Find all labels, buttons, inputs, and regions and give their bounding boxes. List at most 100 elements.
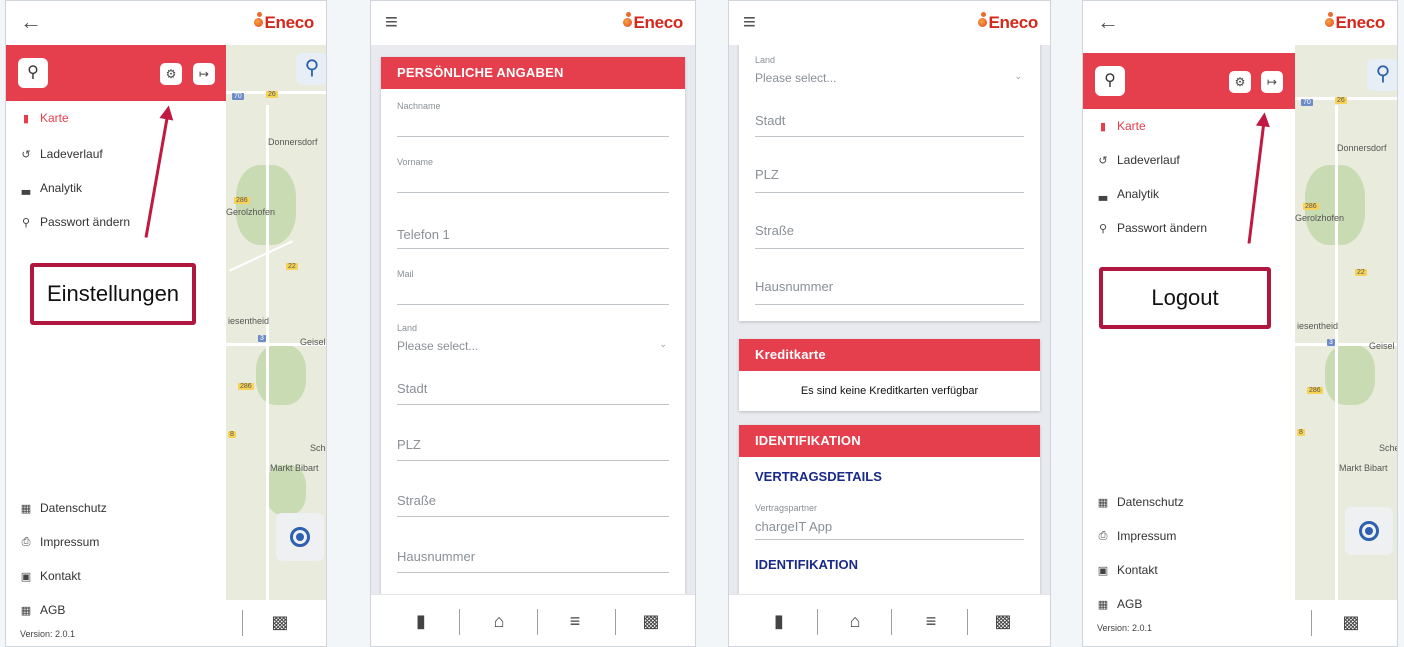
user-icon[interactable]: ⚲ bbox=[18, 58, 48, 88]
menu-item-kontakt[interactable]: ▣ Kontakt bbox=[20, 569, 81, 583]
menu-item-analytik[interactable]: ▃ Analytik bbox=[1097, 187, 1159, 201]
stadt-field[interactable]: Stadt bbox=[397, 373, 669, 405]
top-bar: ≡ Eneco bbox=[729, 1, 1050, 45]
top-bar: ← Eneco bbox=[1083, 1, 1397, 45]
drawer-header: ⚲ ⚙ ↦ bbox=[1083, 53, 1295, 109]
locate-me-button[interactable] bbox=[276, 513, 324, 561]
qr-code-icon[interactable]: ▩ bbox=[991, 609, 1015, 633]
side-drawer: ⚲ ⚙ ↦ ▮ Karte ↺ Ladeverlauf ▃ Analytik ⚲ Pas… bbox=[6, 45, 226, 646]
land-select[interactable]: Land Please select... ⌄ bbox=[397, 319, 669, 363]
home-icon[interactable]: ⌂ bbox=[487, 609, 511, 633]
annotation-einstellungen: Einstellungen bbox=[30, 263, 196, 325]
menu-item-impressum[interactable]: ⎙ Impressum bbox=[20, 535, 100, 549]
chevron-down-icon: ⌄ bbox=[659, 339, 667, 349]
crosshair-icon bbox=[290, 527, 310, 547]
stadt-field[interactable]: Stadt bbox=[755, 105, 1024, 137]
logout-icon[interactable]: ↦ bbox=[1261, 71, 1283, 93]
favorites-icon[interactable]: ≡ bbox=[563, 609, 587, 633]
arrow-left-icon[interactable]: ← bbox=[1097, 11, 1119, 33]
menu-item-impressum[interactable]: ⎙ Impressum bbox=[1097, 529, 1177, 543]
drawer-header: ⚲ ⚙ ↦ bbox=[6, 45, 226, 101]
qr-code-icon[interactable]: ▩ bbox=[1339, 610, 1363, 634]
qr-code-icon[interactable]: ▩ bbox=[268, 610, 292, 634]
vertragspartner-label: Vertragspartner bbox=[755, 503, 818, 513]
vorname-field[interactable]: Vorname bbox=[397, 153, 669, 193]
annotation-logout: Logout bbox=[1099, 267, 1271, 329]
bar-chart-icon: ▃ bbox=[1098, 188, 1108, 201]
eneco-logo: Eneco bbox=[254, 12, 314, 33]
contact-icon: ▣ bbox=[1097, 564, 1109, 577]
hamburger-icon[interactable]: ≡ bbox=[385, 11, 398, 33]
menu-item-ladeverlauf[interactable]: ↺ Ladeverlauf bbox=[1097, 153, 1179, 167]
document-icon: ▦ bbox=[20, 604, 32, 617]
gear-icon[interactable]: ⚙ bbox=[160, 63, 182, 85]
history-icon: ↺ bbox=[1098, 154, 1108, 167]
map-icon[interactable]: ▮ bbox=[409, 609, 433, 633]
nachname-field[interactable]: Nachname bbox=[397, 97, 669, 137]
telefon-field[interactable]: Telefon 1 bbox=[397, 207, 669, 249]
strasse-field[interactable]: Straße bbox=[755, 213, 1024, 249]
bottom-nav: ▮ ⌂ ≡ ▩ bbox=[371, 594, 695, 646]
chevron-down-icon: ⌄ bbox=[1014, 71, 1022, 81]
personal-data-card: PERSÖNLICHE ANGABEN Nachname Vorname Tel… bbox=[381, 57, 685, 594]
favorites-icon[interactable]: ≡ bbox=[919, 609, 943, 633]
menu-item-passwort[interactable]: ⚲ Passwort ändern bbox=[1097, 221, 1207, 235]
top-bar: ≡ Eneco bbox=[371, 1, 695, 45]
printer-icon: ⎙ bbox=[1098, 529, 1108, 542]
logout-icon[interactable]: ↦ bbox=[193, 63, 215, 85]
top-bar: ← Eneco bbox=[6, 1, 326, 45]
bottom-nav: ▮ ⌂ ≡ ▩ bbox=[729, 594, 1050, 646]
address-card: Land Please select... ⌄ Stadt PLZ Straße… bbox=[739, 45, 1040, 321]
menu-item-agb[interactable]: ▦ AGB bbox=[1097, 597, 1143, 611]
content-area[interactable]: Land Please select... ⌄ Stadt PLZ Straße… bbox=[729, 45, 1050, 594]
gear-icon[interactable]: ⚙ bbox=[1229, 71, 1251, 93]
eneco-logo: Eneco bbox=[623, 12, 683, 33]
contact-icon: ▣ bbox=[20, 570, 32, 583]
bar-chart-icon: ▃ bbox=[21, 182, 31, 195]
locate-me-button[interactable] bbox=[1345, 507, 1393, 555]
land-select[interactable]: Land Please select... ⌄ bbox=[755, 51, 1024, 95]
map-icon[interactable]: ▮ bbox=[767, 609, 791, 633]
menu-item-passwort[interactable]: ⚲ Passwort ändern bbox=[20, 215, 130, 229]
strasse-field[interactable]: Straße bbox=[397, 483, 669, 517]
eneco-logo: Eneco bbox=[1325, 12, 1385, 33]
map-bottom-bar: ▩ bbox=[1295, 600, 1397, 646]
mail-field[interactable]: Mail bbox=[397, 265, 669, 305]
menu-item-karte[interactable]: ▮ Karte bbox=[1097, 119, 1146, 133]
menu-item-karte[interactable]: ▮ Karte bbox=[20, 111, 69, 125]
menu-item-datenschutz[interactable]: ▦ Datenschutz bbox=[1097, 495, 1184, 509]
menu-item-kontakt[interactable]: ▣ Kontakt bbox=[1097, 563, 1158, 577]
menu-item-datenschutz[interactable]: ▦ Datenschutz bbox=[20, 501, 107, 515]
hausnummer-field[interactable]: Hausnummer bbox=[397, 539, 669, 573]
history-icon: ↺ bbox=[21, 148, 31, 161]
map-view[interactable]: 70 26 286 22 3 286 8 Donnersdorf Gerolzh… bbox=[226, 45, 326, 646]
key-icon: ⚲ bbox=[21, 216, 31, 229]
search-icon[interactable]: ⚲ bbox=[296, 53, 326, 85]
phone-screen-menu-settings: ← Eneco 70 26 286 22 3 286 8 Donnersdorf… bbox=[5, 0, 327, 647]
map-view[interactable]: 70 26 286 22 3 286 8 Donnersdorf Gerolzh… bbox=[1295, 45, 1397, 646]
phone-screen-identification: ≡ Eneco Land Please select... ⌄ Stadt PL… bbox=[728, 0, 1051, 647]
eneco-logo: Eneco bbox=[978, 12, 1038, 33]
section-title: PERSÖNLICHE ANGABEN bbox=[381, 57, 685, 89]
menu-item-analytik[interactable]: ▃ Analytik bbox=[20, 181, 82, 195]
crosshair-icon bbox=[1359, 521, 1379, 541]
document-icon: ▦ bbox=[20, 502, 32, 515]
menu-item-ladeverlauf[interactable]: ↺ Ladeverlauf bbox=[20, 147, 102, 161]
kreditkarte-title: Kreditkarte bbox=[739, 339, 1040, 371]
home-icon[interactable]: ⌂ bbox=[843, 609, 867, 633]
menu-item-agb[interactable]: ▦ AGB bbox=[20, 603, 66, 617]
version-text: Version: 2.0.1 bbox=[20, 629, 76, 639]
side-drawer: ⚲ ⚙ ↦ ▮ Karte ↺ Ladeverlauf ▃ Analytik ⚲ Pas… bbox=[1083, 53, 1295, 646]
arrow-left-icon[interactable]: ← bbox=[20, 11, 42, 33]
plz-field[interactable]: PLZ bbox=[755, 157, 1024, 193]
plz-field[interactable]: PLZ bbox=[397, 427, 669, 461]
hamburger-icon[interactable]: ≡ bbox=[743, 11, 756, 33]
hausnummer-field[interactable]: Hausnummer bbox=[755, 269, 1024, 305]
map-bottom-bar: ▩ bbox=[226, 600, 326, 646]
content-area[interactable]: PERSÖNLICHE ANGABEN Nachname Vorname Tel… bbox=[371, 45, 695, 594]
qr-code-icon[interactable]: ▩ bbox=[639, 609, 663, 633]
map-icon: ▮ bbox=[1099, 120, 1107, 133]
search-icon[interactable]: ⚲ bbox=[1367, 59, 1397, 91]
kreditkarte-card: Kreditkarte Es sind keine Kreditkarten v… bbox=[739, 339, 1040, 411]
user-icon[interactable]: ⚲ bbox=[1095, 66, 1125, 96]
